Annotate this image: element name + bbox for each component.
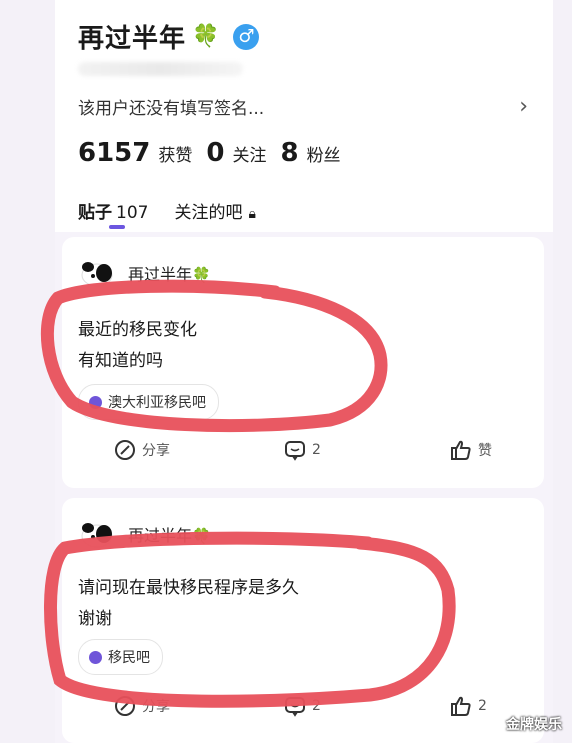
share-button[interactable]: 分享 — [114, 439, 170, 461]
active-tab-indicator — [109, 225, 125, 229]
followers-label[interactable]: 粉丝 — [307, 141, 341, 166]
bar-icon — [89, 650, 102, 664]
comment-button[interactable]: 2 — [284, 439, 321, 461]
post-actions: 分享 2 赞 — [62, 439, 544, 469]
tab-posts-label: 贴子 — [78, 203, 112, 223]
comment-button[interactable]: 2 — [284, 695, 321, 717]
post-actions: 分享 2 2 — [62, 695, 544, 725]
male-gender-icon: ♂ — [233, 23, 260, 50]
thumbs-up-icon — [451, 696, 471, 716]
watermark: 金牌娱乐 — [506, 717, 562, 733]
share-icon — [115, 440, 135, 460]
share-button[interactable]: 分享 — [114, 695, 170, 717]
followers-count[interactable]: 8 — [280, 138, 298, 168]
bar-tag-label: 澳大利亚移民吧 — [108, 395, 206, 411]
tab-followed-bars-label: 关注的吧 — [174, 203, 243, 223]
comment-count: 2 — [312, 698, 321, 714]
avatar[interactable] — [80, 520, 114, 548]
comment-icon — [285, 441, 305, 461]
share-label: 分享 — [142, 699, 170, 715]
thumbs-up-icon — [451, 440, 471, 460]
post-author-row[interactable]: 再过半年🍀 — [80, 259, 211, 287]
like-button[interactable]: 2 — [450, 695, 487, 717]
comment-count: 2 — [312, 442, 321, 458]
share-icon — [115, 696, 135, 716]
profile-stats: 6157 获赞 0 关注 8 粉丝 — [78, 138, 355, 168]
blurred-info — [78, 62, 243, 76]
clover-emoji: 🍀 — [192, 23, 220, 49]
bar-tag-label: 移民吧 — [108, 650, 150, 666]
post-author-row[interactable]: 再过半年🍀 — [80, 520, 211, 548]
post-author-name[interactable]: 再过半年🍀 — [128, 261, 211, 285]
tab-posts-count: 107 — [116, 203, 149, 223]
chevron-right-icon[interactable]: › — [519, 94, 528, 119]
like-button[interactable]: 赞 — [450, 439, 492, 461]
lock-icon: 🔒︎ — [248, 206, 256, 222]
bar-icon — [89, 395, 102, 409]
like-count: 2 — [478, 698, 487, 714]
post-content[interactable]: 请问现在最快移民程序是多久 谢谢 — [78, 573, 299, 635]
tab-followed-bars[interactable]: 关注的吧 🔒︎ — [174, 198, 255, 223]
likes-label: 获赞 — [158, 146, 193, 166]
avatar[interactable] — [80, 259, 114, 287]
share-label: 分享 — [142, 443, 170, 459]
signature-row[interactable]: 该用户还没有填写签名... › — [78, 92, 528, 120]
bar-tag[interactable]: 澳大利亚移民吧 — [78, 384, 219, 420]
post-line: 请问现在最快移民程序是多久 — [78, 578, 299, 598]
comment-icon — [285, 697, 305, 717]
profile-tabs: 贴子 107 关注的吧 🔒︎ — [78, 198, 256, 229]
post-card[interactable]: 再过半年🍀 请问现在最快移民程序是多久 谢谢 移民吧 分享 2 2 — [62, 498, 544, 743]
like-label: 赞 — [478, 443, 492, 459]
following-label[interactable]: 关注 — [232, 141, 266, 166]
likes-count: 6157 — [78, 138, 151, 168]
signature-text: 该用户还没有填写签名... — [78, 98, 265, 119]
post-line: 最近的移民变化 — [78, 320, 197, 340]
following-count[interactable]: 0 — [206, 138, 224, 168]
profile-name: 再过半年 — [78, 24, 187, 54]
bar-tag[interactable]: 移民吧 — [78, 639, 163, 675]
post-author-name[interactable]: 再过半年🍀 — [128, 522, 211, 546]
post-content[interactable]: 最近的移民变化 有知道的吗 — [78, 315, 197, 377]
post-line: 谢谢 — [78, 609, 112, 629]
profile-name-row: 再过半年 🍀 ♂ — [78, 18, 260, 55]
post-line: 有知道的吗 — [78, 351, 163, 371]
post-card[interactable]: 再过半年🍀 最近的移民变化 有知道的吗 澳大利亚移民吧 分享 2 赞 — [62, 237, 544, 488]
tab-posts[interactable]: 贴子 107 — [78, 198, 149, 229]
